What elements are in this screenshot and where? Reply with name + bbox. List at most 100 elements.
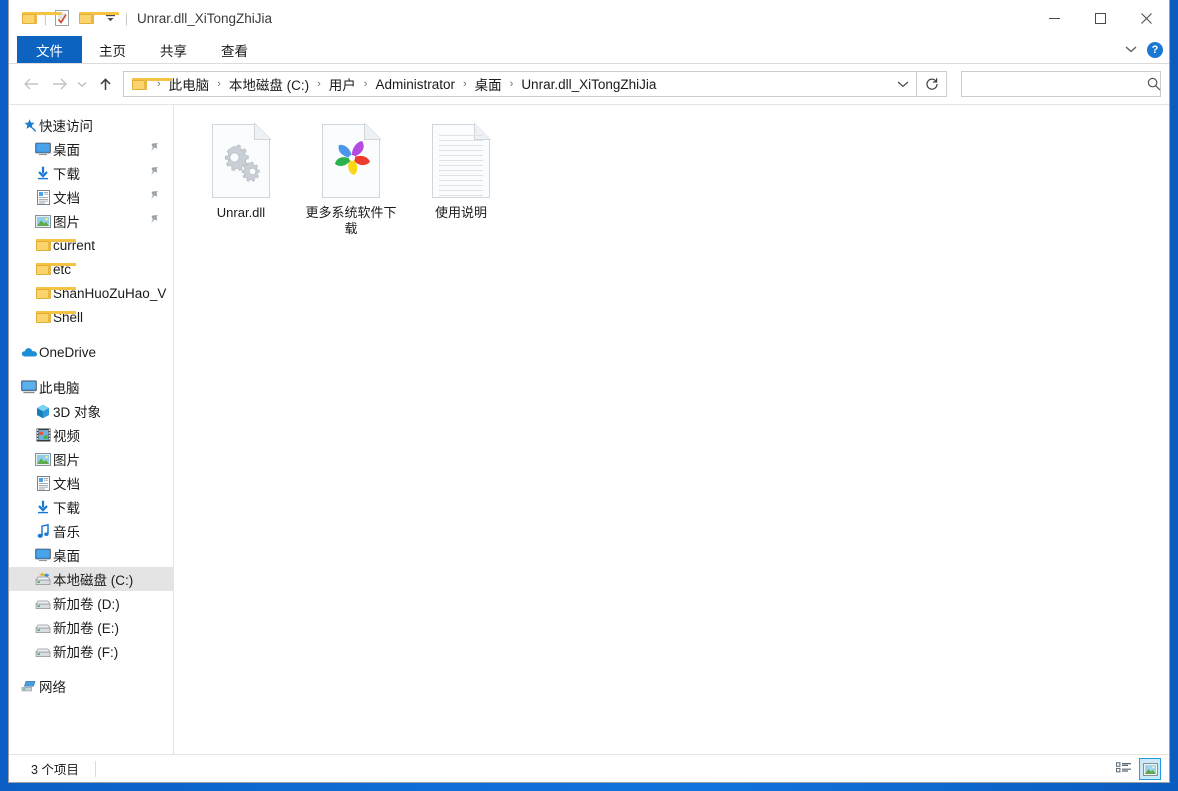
sidebar-item-shanhuozuhao[interactable]: ShanHuoZuHao_V xyxy=(9,281,173,305)
sidebar-item-music[interactable]: 音乐 xyxy=(9,519,173,543)
sidebar-item-label: 下载 xyxy=(53,167,80,182)
search-box[interactable] xyxy=(961,71,1161,97)
folder-icon[interactable] xyxy=(17,6,62,30)
details-view-button[interactable] xyxy=(1113,758,1135,780)
file-item-instructions[interactable]: 使用说明 xyxy=(407,115,515,241)
breadcrumb-separator-2[interactable]: › xyxy=(311,78,327,90)
breadcrumb-item-users[interactable]: 用户 xyxy=(327,74,358,94)
breadcrumb-separator-4[interactable]: › xyxy=(457,78,473,90)
sidebar-item-label: OneDrive xyxy=(39,344,97,360)
status-divider xyxy=(94,760,96,777)
downloads-icon xyxy=(33,166,53,180)
sidebar-item-this-pc[interactable]: 此电脑 xyxy=(9,375,173,399)
breadcrumb-item-current-folder[interactable]: Unrar.dll_XiTongZhiJia xyxy=(519,77,658,92)
sidebar-item-desktop-pc[interactable]: 桌面 xyxy=(9,543,173,567)
music-icon xyxy=(33,523,53,539)
pin-icon[interactable] xyxy=(150,142,160,157)
sidebar-item-volume-d[interactable]: 新加卷 (D:) xyxy=(9,591,173,615)
sidebar-item-label: 文档 xyxy=(53,191,80,206)
sidebar-item-label: 新加卷 (D:) xyxy=(53,597,120,612)
pin-icon[interactable] xyxy=(150,214,160,229)
new-folder-icon[interactable] xyxy=(74,6,119,30)
breadcrumb-item-this-pc[interactable]: 此电脑 xyxy=(167,74,212,94)
tab-file[interactable]: 文件 xyxy=(17,36,82,63)
sidebar-item-pictures-pc[interactable]: 图片 xyxy=(9,447,173,471)
sidebar-item-label: 网络 xyxy=(39,680,66,695)
file-item-unrar-dll[interactable]: Unrar.dll xyxy=(187,115,295,241)
search-icon[interactable] xyxy=(1147,77,1161,91)
breadcrumb-item-local-disk-c[interactable]: 本地磁盘 (C:) xyxy=(227,74,311,94)
title-bar: | | Unrar.dll_XiTongZhiJia xyxy=(9,0,1169,36)
folder-icon xyxy=(33,311,76,323)
sidebar-item-videos[interactable]: 视频 xyxy=(9,423,173,447)
breadcrumb[interactable]: › 此电脑 › 本地磁盘 (C:) › 用户 › Administrator ›… xyxy=(123,71,917,97)
drive-icon xyxy=(33,644,53,658)
sidebar-item-label: 下载 xyxy=(53,501,80,516)
explorer-body: 快速访问 桌面 下载 文档 图片 current etc ShanHuoZuHa… xyxy=(9,104,1169,754)
3d-objects-icon xyxy=(33,404,53,419)
sidebar-item-downloads[interactable]: 下载 xyxy=(9,161,173,185)
address-bar: › 此电脑 › 本地磁盘 (C:) › 用户 › Administrator ›… xyxy=(9,64,1169,104)
large-icons-view-button[interactable] xyxy=(1139,758,1161,780)
tab-view[interactable]: 查看 xyxy=(204,36,265,63)
drive-icon xyxy=(33,620,53,634)
quick-access-toolbar: | | xyxy=(9,6,131,30)
back-button[interactable] xyxy=(17,70,45,98)
status-bar: 3 个项目 xyxy=(9,754,1169,782)
sidebar-item-volume-e[interactable]: 新加卷 (E:) xyxy=(9,615,173,639)
sidebar-item-network[interactable]: 网络 xyxy=(9,674,173,698)
breadcrumb-separator-5[interactable]: › xyxy=(504,78,520,90)
search-input[interactable] xyxy=(962,75,1147,93)
sidebar-group-quick-access[interactable]: 快速访问 xyxy=(9,113,173,137)
sidebar-item-current[interactable]: current xyxy=(9,233,173,257)
sidebar-item-pictures[interactable]: 图片 xyxy=(9,209,173,233)
breadcrumb-list: › 此电脑 › 本地磁盘 (C:) › 用户 › Administrator ›… xyxy=(124,74,890,94)
pinwheel-shortcut-file-icon xyxy=(322,121,381,201)
sidebar-item-desktop[interactable]: 桌面 xyxy=(9,137,173,161)
sidebar-item-label: 此电脑 xyxy=(39,381,80,396)
refresh-button[interactable] xyxy=(917,71,947,97)
sidebar-item-3d-objects[interactable]: 3D 对象 xyxy=(9,399,173,423)
breadcrumb-item-administrator[interactable]: Administrator xyxy=(373,77,457,92)
file-item-more-software-download[interactable]: 更多系统软件下载 xyxy=(297,115,405,241)
pin-icon[interactable] xyxy=(150,190,160,205)
sidebar-item-label: 3D 对象 xyxy=(53,405,102,420)
sidebar-item-label: 图片 xyxy=(53,215,80,230)
customize-toolbar-chevron-icon[interactable] xyxy=(98,6,122,30)
documents-icon xyxy=(33,475,53,491)
close-button[interactable] xyxy=(1123,0,1169,36)
dll-gears-file-icon xyxy=(212,121,271,201)
desktop-background: | | Unrar.dll_XiTongZhiJia 文件 主页 共享 查看 ?… xyxy=(0,0,1178,791)
sidebar-item-downloads-pc[interactable]: 下载 xyxy=(9,495,173,519)
text-document-file-icon xyxy=(432,121,491,201)
tab-share[interactable]: 共享 xyxy=(143,36,204,63)
properties-icon[interactable] xyxy=(50,6,74,30)
file-explorer-window: | | Unrar.dll_XiTongZhiJia 文件 主页 共享 查看 ?… xyxy=(8,0,1170,783)
folder-icon xyxy=(33,239,76,251)
sidebar-item-documents[interactable]: 文档 xyxy=(9,185,173,209)
minimize-button[interactable] xyxy=(1031,0,1077,36)
forward-button[interactable] xyxy=(45,70,73,98)
sidebar-item-documents-pc[interactable]: 文档 xyxy=(9,471,173,495)
maximize-button[interactable] xyxy=(1077,0,1123,36)
downloads-icon xyxy=(33,500,53,514)
tab-home[interactable]: 主页 xyxy=(82,36,143,63)
navigation-pane[interactable]: 快速访问 桌面 下载 文档 图片 current etc ShanHuoZuHa… xyxy=(9,105,174,754)
this-pc-icon xyxy=(19,380,39,394)
sidebar-item-shell[interactable]: Shell xyxy=(9,305,173,329)
up-button[interactable] xyxy=(91,70,119,98)
sidebar-item-volume-f[interactable]: 新加卷 (F:) xyxy=(9,639,173,663)
pin-icon[interactable] xyxy=(150,166,160,181)
breadcrumb-item-desktop[interactable]: 桌面 xyxy=(473,74,504,94)
sidebar-item-etc[interactable]: etc xyxy=(9,257,173,281)
sidebar-item-onedrive[interactable]: OneDrive xyxy=(9,340,173,364)
expand-ribbon-chevron-icon[interactable] xyxy=(1125,44,1137,56)
sidebar-item-local-disk-c[interactable]: 本地磁盘 (C:) xyxy=(9,567,173,591)
breadcrumb-separator-1[interactable]: › xyxy=(211,78,227,90)
help-icon[interactable]: ? xyxy=(1147,41,1163,58)
path-dropdown-chevron-icon[interactable] xyxy=(890,72,916,96)
breadcrumb-separator-3[interactable]: › xyxy=(358,78,374,90)
file-list-view[interactable]: Unrar.dll 更多系统软件下载 使用说明 xyxy=(174,105,1169,754)
recent-locations-button[interactable] xyxy=(73,70,91,98)
